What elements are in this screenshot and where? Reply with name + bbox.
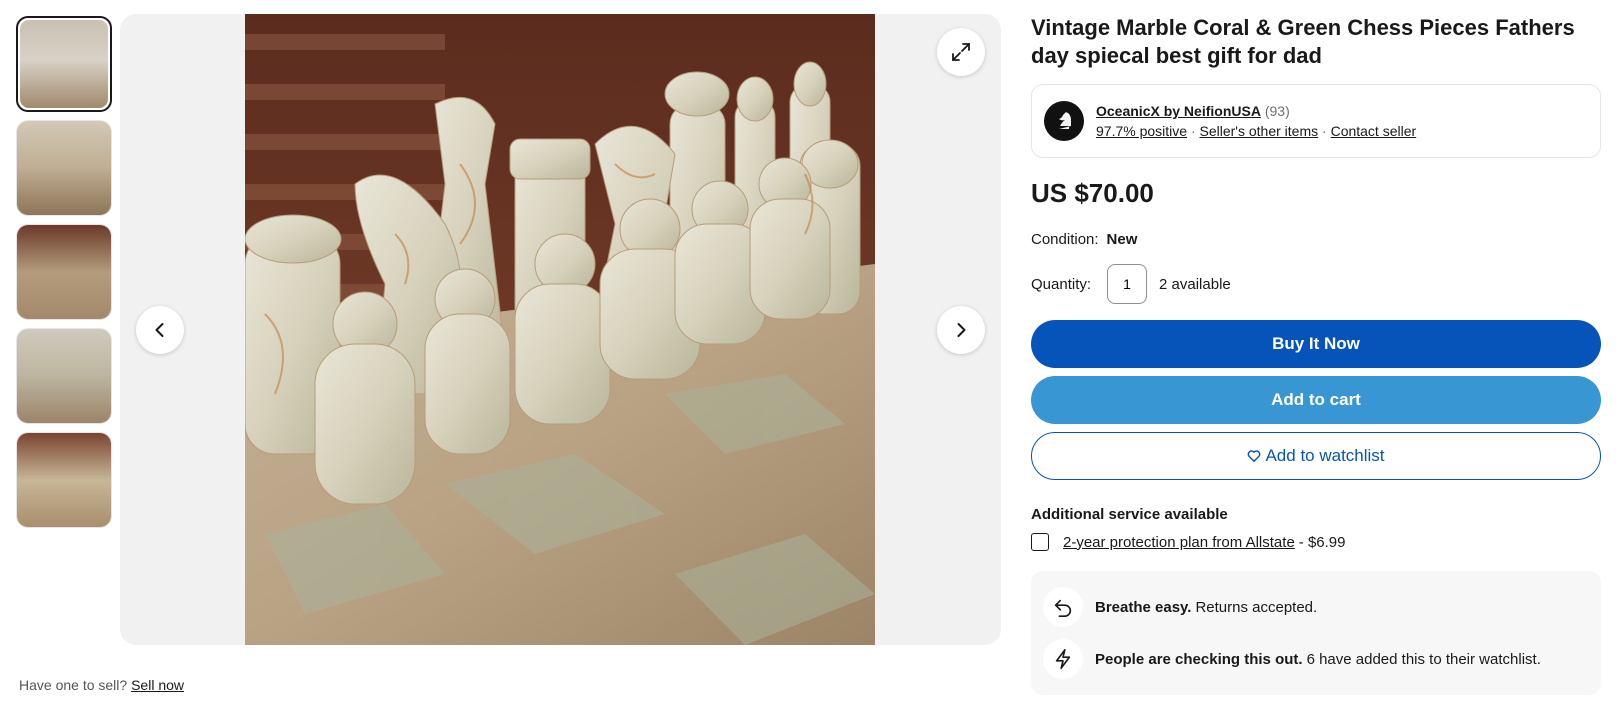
protection-plan-checkbox[interactable] [1031,533,1049,551]
expand-icon [952,43,970,61]
returns-text: Returns accepted. [1195,598,1318,616]
separator: · [1322,123,1327,139]
price: US $70.00 [1031,178,1154,208]
knight-logo-icon [1059,112,1071,129]
thumbnail-list [16,16,112,536]
seller-links: 97.7% positive · Seller's other items · … [1096,123,1416,139]
seller-name-link[interactable]: OceanicX by NeifionUSA [1096,103,1261,119]
thumbnail-image [17,121,111,215]
seller-other-items-link[interactable]: Seller's other items [1200,123,1319,139]
watchlist-label: Add to watchlist [1265,446,1385,465]
image-gallery [120,14,1001,645]
protection-plan-price: - $6.99 [1298,533,1346,551]
quantity-label: Quantity: [1031,275,1092,293]
main-product-image[interactable] [245,14,875,645]
quantity-input[interactable] [1107,264,1148,304]
seller-feedback-count: (93) [1264,103,1290,119]
available-count: 2 available [1159,275,1231,293]
watchers-strong: People are checking this out. [1095,650,1303,668]
chevron-left-icon [155,323,164,337]
quantity-row: Quantity: 2 available [1031,264,1601,304]
watchers-info: People are checking this out. 6 have add… [1043,633,1589,685]
separator: · [1190,123,1196,139]
thumbnail-image [17,433,111,527]
sell-prompt-text: Have one to sell? [19,677,128,693]
additional-service-heading: Additional service available [1031,506,1228,523]
chevron-right-icon [957,323,966,337]
lightning-icon [1043,639,1083,679]
expand-image-button[interactable] [937,28,985,76]
seller-info: OceanicX by NeifionUSA (93) 97.7% positi… [1096,103,1416,139]
condition-row: Condition: New [1031,231,1601,248]
heart-icon [1248,450,1261,462]
sell-now-link[interactable]: Sell now [131,677,184,693]
condition-label: Condition: [1031,231,1099,248]
return-arrow-icon [1043,587,1083,627]
thumbnail-3[interactable] [16,224,112,320]
condition-value: New [1106,231,1138,248]
listing-details: Vintage Marble Coral & Green Chess Piece… [1031,14,1601,695]
thumbnail-2[interactable] [16,120,112,216]
protection-plan-row: 2-year protection plan from Allstate - $… [1031,533,1601,551]
seller-name-line: OceanicX by NeifionUSA (93) [1096,103,1416,119]
info-box: Breathe easy. Returns accepted. People a… [1031,571,1601,695]
contact-seller-link[interactable]: Contact seller [1331,123,1417,139]
seller-card: OceanicX by NeifionUSA (93) 97.7% positi… [1031,84,1601,158]
thumbnail-5[interactable] [16,432,112,528]
thumbnail-4[interactable] [16,328,112,424]
next-image-button[interactable] [937,306,985,354]
thumbnail-image [20,20,108,108]
returns-strong: Breathe easy. [1095,598,1192,616]
sell-prompt: Have one to sell? Sell now [19,677,184,693]
add-to-watchlist-button[interactable]: Add to watchlist [1031,432,1601,480]
previous-image-button[interactable] [136,306,184,354]
protection-plan-link[interactable]: 2-year protection plan from Allstate [1063,534,1295,551]
seller-positive-link[interactable]: 97.7% positive [1096,123,1187,139]
thumbnail-1[interactable] [16,16,112,112]
seller-avatar[interactable] [1044,101,1084,141]
buy-it-now-button[interactable]: Buy It Now [1031,320,1601,368]
listing-title: Vintage Marble Coral & Green Chess Piece… [1031,15,1575,68]
add-to-cart-button[interactable]: Add to cart [1031,376,1601,424]
returns-info: Breathe easy. Returns accepted. [1043,581,1589,633]
thumbnail-image [17,329,111,423]
thumbnail-image [17,225,111,319]
watchers-text: 6 have added this to their watchlist. [1306,650,1541,668]
